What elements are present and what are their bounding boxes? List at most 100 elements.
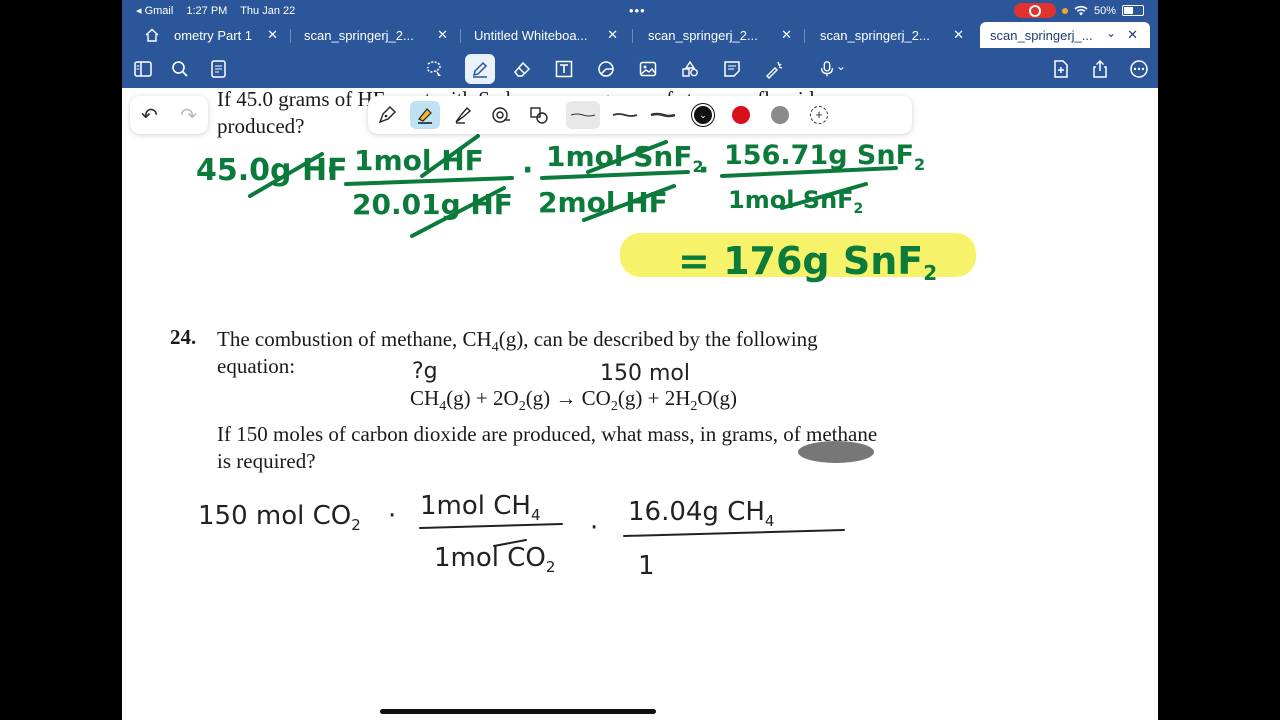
close-icon[interactable]: ✕ (267, 27, 278, 43)
ink-dot: · (522, 153, 533, 188)
ink-text: 150 mol CO (198, 501, 351, 531)
multitasking-dots-icon[interactable]: ••• (629, 3, 646, 18)
page-list-icon[interactable] (206, 56, 232, 82)
ink-1mol-ch4: 1mol CH4 (420, 491, 541, 524)
stickers-icon[interactable] (677, 56, 703, 82)
tab-separator (290, 29, 291, 43)
fountain-pen-icon[interactable] (374, 102, 400, 128)
add-color-button[interactable]: + (806, 102, 832, 128)
ink-text: = 176g SnF (678, 239, 923, 283)
screen-recording-icon[interactable] (1013, 3, 1056, 18)
tab-3[interactable]: Untitled Whiteboa... ✕ (474, 22, 624, 48)
color-red-swatch[interactable] (728, 102, 754, 128)
close-icon[interactable]: ✕ (1127, 27, 1138, 43)
ink-fraction-bar (344, 176, 514, 186)
ink-subscript: 2 (923, 261, 937, 285)
shapes-icon[interactable] (593, 56, 619, 82)
highlighter-icon[interactable] (410, 101, 440, 129)
ink-subscript: 4 (531, 506, 541, 524)
lasso-icon[interactable] (421, 56, 447, 82)
tab-label: scan_springerj_2... (820, 27, 930, 43)
tab-4[interactable]: scan_springerj_2... ✕ (648, 22, 798, 48)
ink-150-mol-co2: 150 mol CO2 (198, 501, 361, 534)
tab-bar: ometry Part 1 ✕ scan_springerj_2... ✕ Un… (122, 20, 1158, 50)
sidebar-icon[interactable] (130, 56, 156, 82)
pen-icon[interactable] (465, 54, 495, 84)
laser-pointer-icon[interactable] (761, 56, 787, 82)
tab-separator (632, 29, 633, 43)
ink-text: 16.04g CH (628, 497, 765, 527)
tab-6-active[interactable]: scan_springerj_... ⌄ ✕ (980, 22, 1150, 48)
ink-dot: · (590, 513, 598, 543)
undo-button[interactable]: ↶ (141, 103, 158, 128)
home-indicator[interactable] (380, 709, 656, 714)
shape-recognition-icon[interactable] (526, 102, 552, 128)
swatch (732, 106, 750, 124)
ink-fraction-bar (419, 523, 563, 529)
more-icon[interactable] (1126, 56, 1152, 82)
search-icon[interactable] (167, 56, 193, 82)
ink-1mol-co2: 1mol CO2 (434, 543, 555, 576)
ipad-screen: ◂ Gmail 1:27 PM Thu Jan 22 ••• 50% ometr… (122, 0, 1158, 720)
status-bar: ◂ Gmail 1:27 PM Thu Jan 22 ••• 50% (122, 0, 1158, 20)
ink-subscript: 2 (546, 558, 556, 576)
eraser-icon[interactable] (509, 56, 535, 82)
tab-2[interactable]: scan_springerj_2... ✕ (304, 22, 454, 48)
ink-150-mol: 150 mol (600, 361, 690, 386)
close-icon[interactable]: ✕ (607, 27, 618, 43)
mic-in-use-indicator-icon (1061, 7, 1068, 14)
ink-text: 1mol SnF (728, 186, 854, 214)
undo-redo-panel: ↶ ↷ (130, 96, 208, 134)
close-icon[interactable]: ✕ (437, 27, 448, 43)
chevron-down-icon[interactable]: ⌄ (1106, 26, 1116, 40)
wifi-icon (1074, 5, 1088, 16)
image-icon[interactable] (635, 56, 661, 82)
tab-label: scan_springerj_2... (648, 27, 758, 43)
add-color-icon: + (810, 106, 828, 124)
note-icon[interactable] (719, 56, 745, 82)
ink-fraction-bar (623, 529, 845, 537)
tab-separator (460, 29, 461, 43)
pen-options-toolbar: ⌄ + (368, 96, 912, 134)
handwriting-layer[interactable]: 45.0g HF · 1mol HF 20.01g HF · 1mol SnF2… (122, 88, 1158, 720)
ink-dot: · (326, 153, 337, 188)
brush-pen-icon[interactable] (450, 102, 476, 128)
close-icon[interactable]: ✕ (953, 27, 964, 43)
text-box-icon[interactable] (551, 56, 577, 82)
share-icon[interactable] (1087, 56, 1113, 82)
ink-answer-176g: = 176g SnF2 (678, 239, 937, 285)
ink-dot: · (698, 153, 709, 188)
ink-subscript: 4 (765, 512, 775, 530)
ink-text: 1mol CO (434, 543, 546, 573)
tab-label: scan_springerj_... (990, 27, 1093, 43)
chevron-down-icon: ⌄ (835, 59, 847, 73)
stroke-width-medium-option[interactable] (608, 102, 642, 128)
ink-2001g-hf: 20.01g HF (352, 188, 513, 221)
ink-question-grams: ?g (412, 359, 438, 384)
ink-subscript: 2 (351, 516, 361, 534)
stroke-width-thick-option[interactable] (646, 102, 680, 128)
ink-subscript: 2 (854, 201, 864, 217)
ink-1604g-ch4: 16.04g CH4 (628, 497, 774, 530)
ink-text: 1mol SnF (546, 140, 692, 173)
back-to-app-link[interactable]: ◂ Gmail (136, 5, 173, 17)
tab-label: Untitled Whiteboa... (474, 27, 588, 43)
tape-icon[interactable] (488, 102, 514, 128)
close-icon[interactable]: ✕ (781, 27, 792, 43)
document-page[interactable]: If 45.0 grams of HF react with Sn how ma… (122, 87, 1158, 720)
tab-1[interactable]: ometry Part 1 ✕ (174, 22, 284, 48)
redo-button[interactable]: ↷ (180, 103, 197, 128)
ink-text: 156.71g SnF (724, 140, 914, 171)
color-black-swatch[interactable]: ⌄ (690, 102, 716, 128)
color-gray-swatch[interactable] (767, 102, 793, 128)
status-time: 1:27 PM (186, 5, 228, 17)
tab-label: ometry Part 1 (174, 27, 253, 43)
tab-separator (804, 29, 805, 43)
microphone-icon[interactable]: ⌄ (812, 56, 852, 82)
home-icon[interactable] (144, 28, 160, 42)
ink-dot: · (388, 501, 396, 531)
add-page-icon[interactable] (1048, 56, 1074, 82)
tab-5[interactable]: scan_springerj_2... ✕ (820, 22, 970, 48)
ink-1mol-hf: 1mol HF (354, 144, 484, 177)
stroke-width-thin-option[interactable] (566, 101, 600, 129)
